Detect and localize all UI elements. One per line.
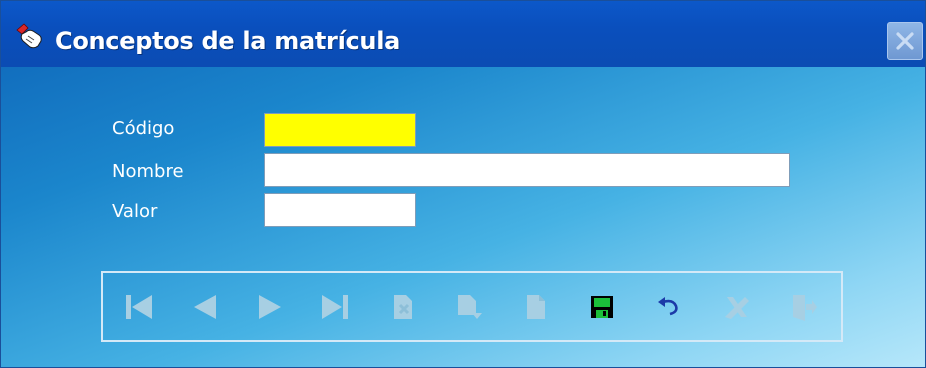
skip-first-icon <box>126 295 152 319</box>
title-bar[interactable]: Conceptos de la matrícula <box>1 1 925 67</box>
navigation-toolbar <box>101 271 843 342</box>
floppy-disk-icon <box>591 296 613 318</box>
codigo-label: Código <box>112 118 175 139</box>
nombre-label: Nombre <box>112 161 184 182</box>
skip-last-icon <box>322 295 348 319</box>
window-title: Conceptos de la matrícula <box>55 27 401 55</box>
first-record-button[interactable] <box>117 287 161 327</box>
hand-pointer-icon <box>14 22 44 50</box>
triangle-left-icon <box>194 295 216 319</box>
valor-input[interactable] <box>264 193 416 227</box>
new-record-button[interactable] <box>381 287 425 327</box>
nombre-input[interactable] <box>264 153 790 187</box>
dialog-window: Conceptos de la matrícula Código Nombre … <box>0 0 926 368</box>
exit-button[interactable] <box>780 287 824 327</box>
valor-label: Valor <box>112 201 158 222</box>
triangle-right-icon <box>259 295 281 319</box>
undo-arrow-icon <box>658 297 678 316</box>
exit-door-icon <box>793 295 817 321</box>
last-record-button[interactable] <box>313 287 357 327</box>
previous-record-button[interactable] <box>183 287 227 327</box>
new-document-icon <box>394 295 412 319</box>
close-icon <box>896 32 914 50</box>
codigo-input[interactable] <box>264 113 416 147</box>
search-record-button[interactable] <box>514 287 558 327</box>
document-icon <box>527 295 545 319</box>
edit-record-button[interactable] <box>447 287 491 327</box>
save-button[interactable] <box>580 287 624 327</box>
edit-document-icon <box>458 295 482 319</box>
next-record-button[interactable] <box>248 287 292 327</box>
delete-icon <box>725 297 749 319</box>
close-button[interactable] <box>887 22 923 60</box>
undo-button[interactable] <box>646 287 690 327</box>
delete-button[interactable] <box>714 287 758 327</box>
